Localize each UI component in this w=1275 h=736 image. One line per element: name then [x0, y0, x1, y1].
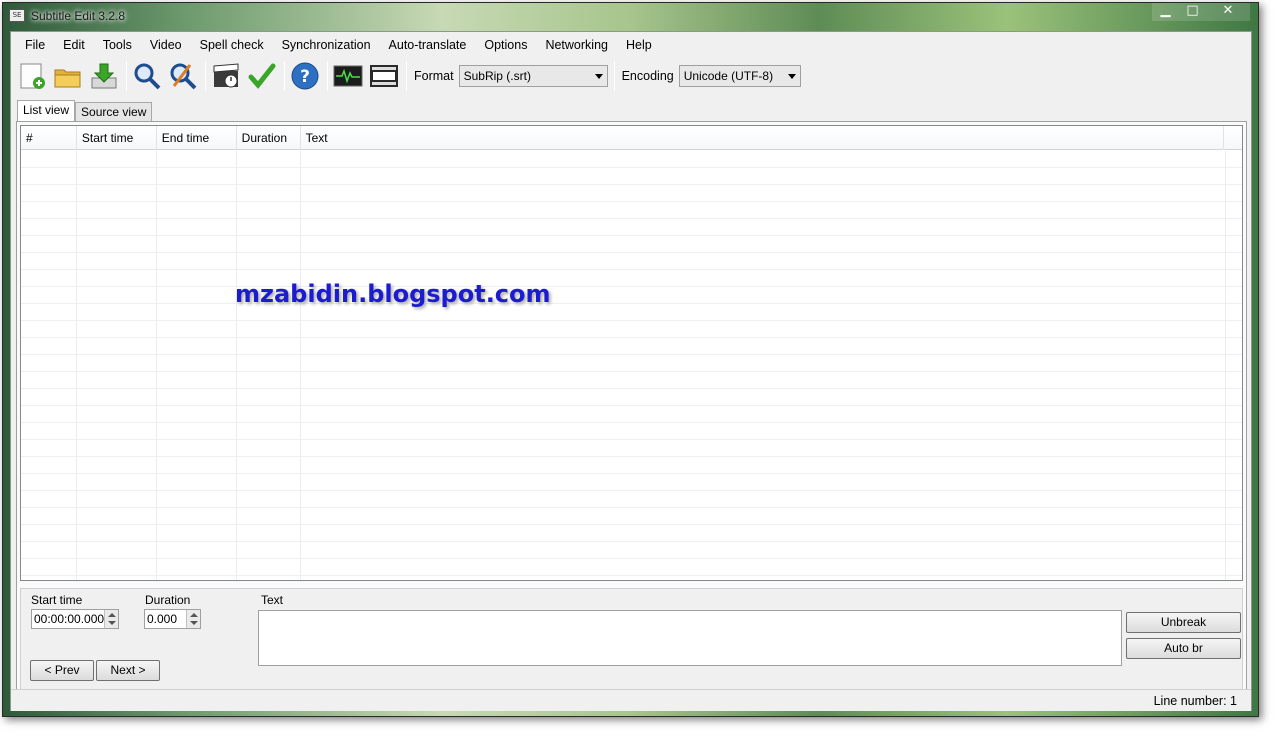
- column-text[interactable]: Text: [301, 126, 1225, 150]
- new-file-icon: [20, 63, 45, 89]
- status-bar: Line number: 1: [11, 689, 1251, 711]
- replace-icon: [170, 63, 197, 90]
- auto-br-button[interactable]: Auto br: [1126, 638, 1241, 659]
- find-icon: [134, 63, 161, 90]
- column-number[interactable]: #: [21, 126, 77, 150]
- menu-tools[interactable]: Tools: [94, 34, 141, 56]
- menu-spell-check[interactable]: Spell check: [191, 34, 273, 56]
- toolbar-separator: [327, 61, 328, 91]
- spin-down-icon: [190, 621, 198, 625]
- duration-input[interactable]: 0.000: [144, 609, 201, 629]
- menu-video[interactable]: Video: [141, 34, 191, 56]
- toolbar: ? Format SubRip (.srt) Encoding Unicode …: [15, 58, 1245, 94]
- list-body[interactable]: [21, 151, 1242, 580]
- column-filler: [1224, 126, 1242, 150]
- spell-check-button[interactable]: [245, 59, 279, 93]
- format-dropdown[interactable]: SubRip (.srt): [458, 65, 608, 87]
- column-duration[interactable]: Duration: [237, 126, 301, 150]
- duration-label: Duration: [145, 593, 191, 607]
- menu-bar: File Edit Tools Video Spell check Synchr…: [11, 34, 1251, 56]
- download-icon: [91, 63, 117, 89]
- edit-panel: Start time 00:00:00.000 Duration 0.000 T…: [20, 588, 1243, 694]
- spin-up-icon: [190, 613, 198, 617]
- view-tabs: List view Source view: [17, 100, 153, 121]
- encoding-value: Unicode (UTF-8): [683, 69, 774, 83]
- minimize-button[interactable]: ▁: [1152, 3, 1179, 21]
- client-area: File Edit Tools Video Spell check Synchr…: [10, 31, 1252, 711]
- menu-file[interactable]: File: [11, 34, 54, 56]
- text-label: Text: [261, 593, 284, 607]
- find-button[interactable]: [130, 59, 164, 93]
- video-icon: [370, 65, 398, 87]
- help-button[interactable]: ?: [288, 59, 322, 93]
- menu-help[interactable]: Help: [617, 34, 661, 56]
- spin-down-icon: [108, 621, 116, 625]
- replace-button[interactable]: [166, 59, 200, 93]
- chevron-down-icon: [594, 74, 603, 79]
- toolbar-separator: [284, 61, 285, 91]
- list-view-panel: # Start time End time Duration Text mzab…: [16, 121, 1247, 703]
- toolbar-separator: [126, 61, 127, 91]
- window-title: Subtitle Edit 3.2.8: [31, 9, 126, 23]
- svg-text:?: ?: [300, 67, 310, 87]
- caption-buttons: ▁ □ ✕: [1152, 3, 1250, 21]
- title-bar[interactable]: SE Subtitle Edit 3.2.8 ▁ □ ✕: [3, 3, 1258, 30]
- subtitle-list[interactable]: # Start time End time Duration Text mzab…: [20, 125, 1243, 581]
- toolbar-separator: [613, 61, 615, 91]
- encoding-dropdown[interactable]: Unicode (UTF-8): [678, 65, 801, 87]
- chevron-down-icon: [787, 74, 796, 79]
- prev-button[interactable]: < Prev: [30, 660, 94, 681]
- menu-edit[interactable]: Edit: [54, 34, 94, 56]
- next-button[interactable]: Next >: [96, 660, 160, 681]
- tab-source-view[interactable]: Source view: [75, 102, 153, 121]
- open-folder-icon: [54, 69, 81, 88]
- start-time-value: 00:00:00.000: [34, 612, 105, 626]
- waveform-icon: [333, 65, 363, 87]
- close-button[interactable]: ✕: [1206, 3, 1250, 21]
- column-start-time[interactable]: Start time: [77, 126, 157, 150]
- maximize-button[interactable]: □: [1179, 3, 1206, 21]
- spell-check-icon: [248, 63, 276, 89]
- help-icon: ?: [291, 62, 319, 90]
- format-label: Format: [414, 69, 454, 83]
- open-file-button[interactable]: [51, 59, 85, 93]
- menu-networking[interactable]: Networking: [536, 34, 617, 56]
- waveform-button[interactable]: [331, 59, 365, 93]
- start-time-input[interactable]: 00:00:00.000: [31, 609, 119, 629]
- subtitle-text-input[interactable]: [258, 610, 1122, 666]
- duration-value: 0.000: [147, 612, 178, 626]
- format-value: SubRip (.srt): [463, 69, 531, 83]
- video-button[interactable]: [367, 59, 401, 93]
- visual-sync-button[interactable]: [209, 59, 243, 93]
- visual-sync-icon: [213, 63, 239, 88]
- menu-options[interactable]: Options: [475, 34, 536, 56]
- tab-list-view[interactable]: List view: [17, 100, 76, 121]
- unbreak-button[interactable]: Unbreak: [1126, 612, 1241, 633]
- encoding-label: Encoding: [621, 69, 674, 83]
- start-time-spinner[interactable]: [104, 610, 118, 628]
- list-header: # Start time End time Duration Text: [21, 126, 1242, 150]
- toolbar-separator: [406, 61, 407, 91]
- line-number-status: Line number: 1: [1153, 694, 1237, 708]
- subtitle-app-icon[interactable]: SE: [9, 9, 25, 22]
- toolbar-separator: [205, 61, 206, 91]
- start-time-label: Start time: [31, 593, 83, 607]
- watermark-text: mzabidin.blogspot.com: [235, 280, 551, 308]
- app-window: SE Subtitle Edit 3.2.8 ▁ □ ✕ File Edit T…: [2, 2, 1259, 717]
- column-end-time[interactable]: End time: [157, 126, 237, 150]
- menu-synchronization[interactable]: Synchronization: [273, 34, 380, 56]
- menu-auto-translate[interactable]: Auto-translate: [380, 34, 476, 56]
- new-file-button[interactable]: [15, 59, 49, 93]
- duration-spinner[interactable]: [186, 610, 200, 628]
- spin-up-icon: [108, 613, 116, 617]
- download-button[interactable]: [87, 59, 121, 93]
